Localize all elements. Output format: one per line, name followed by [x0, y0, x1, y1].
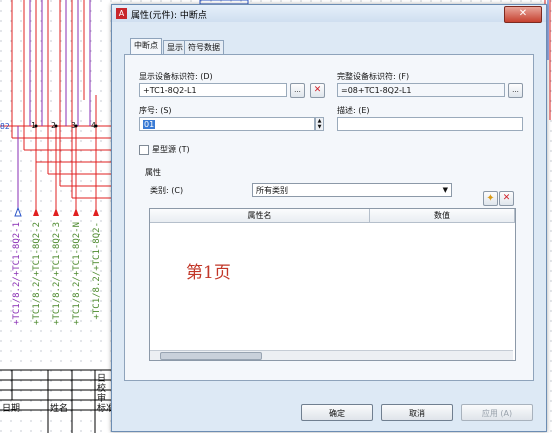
column-header-property-name[interactable]: 属性名 [150, 209, 370, 223]
remove-property-button[interactable]: ✕ [499, 191, 514, 206]
row-number: 82 [0, 122, 10, 131]
scrollbar-thumb[interactable] [160, 352, 262, 360]
tab-symbol-data[interactable]: 符号数据 [184, 40, 224, 55]
category-value: 所有类别 [256, 186, 288, 195]
terminal-number-1: 1 [31, 121, 36, 130]
wire-label-5[interactable]: +TC1/8.2/+TC1-8Q2- [92, 222, 102, 320]
dialog-title: 属性(元件): 中断点 [131, 11, 207, 21]
terminal-number-4: 4 [91, 121, 96, 130]
terminal-number-2: 2 [51, 121, 56, 130]
category-label: 类别: (C) [150, 186, 184, 195]
column-header-value[interactable]: 数值 [370, 209, 515, 223]
star-source-checkbox[interactable] [139, 145, 149, 155]
display-id-label: 显示设备标识符: (D) [139, 72, 213, 81]
add-property-button[interactable]: ✦ [483, 191, 498, 206]
chevron-down-icon: ▼ [442, 186, 448, 194]
wire-label-4[interactable]: +TC1/8.2/+TC1-8Q2-N [72, 222, 82, 325]
horizontal-scrollbar[interactable] [150, 350, 513, 360]
close-button[interactable]: ✕ [504, 6, 542, 23]
full-id-label: 完整设备标识符: (F) [337, 72, 410, 81]
seq-label: 序号: (S) [139, 106, 172, 115]
tab-interruption-point[interactable]: 中断点 [130, 38, 162, 55]
seq-value: 01 [143, 120, 156, 129]
properties-table[interactable]: 属性名 数值 第1页 [149, 208, 516, 361]
desc-field[interactable] [337, 117, 523, 131]
properties-group-label: 属性 [145, 168, 161, 177]
seq-spinner[interactable]: ▲ ▼ [315, 117, 324, 131]
cancel-button[interactable]: 取消 [381, 404, 453, 421]
wire-label-2[interactable]: +TC1/8.2/+TC1-8Q2-2 [32, 222, 42, 325]
title-block-date: 日期 [2, 404, 21, 414]
terminal-number-3: 3 [71, 121, 76, 130]
full-id-more-button[interactable]: ... [508, 83, 523, 98]
delete-icon[interactable]: ✕ [310, 83, 325, 98]
seq-field[interactable]: 01 [139, 117, 315, 131]
dialog-titlebar[interactable]: A 属性(元件): 中断点 ✕ [112, 5, 546, 23]
properties-dialog: A 属性(元件): 中断点 ✕ 中断点 显示 符号数据 显示设备标识符: (D)… [111, 4, 547, 432]
ok-button[interactable]: 确定 [301, 404, 373, 421]
full-id-field[interactable]: =08+TC1-8Q2-L1 [337, 83, 505, 97]
display-id-field[interactable]: +TC1-8Q2-L1 [139, 83, 287, 97]
category-select[interactable]: 所有类别 ▼ [252, 183, 452, 197]
star-source-label: 星型源 (T) [152, 145, 190, 154]
title-block-approve: 审 [97, 394, 107, 404]
app-icon: A [116, 8, 127, 19]
wire-label-3[interactable]: +TC1/8.2/+TC1-8Q2-3 [52, 222, 62, 325]
apply-button[interactable]: 应用 (A) [461, 404, 533, 421]
desc-label: 描述: (E) [337, 106, 370, 115]
page-watermark: 第1页 [186, 263, 231, 283]
display-id-more-button[interactable]: ... [290, 83, 305, 98]
title-block-name: 姓名 [50, 404, 69, 414]
wire-label-1[interactable]: +TC1/8.2/+TC1-8Q2-1 [12, 222, 22, 325]
